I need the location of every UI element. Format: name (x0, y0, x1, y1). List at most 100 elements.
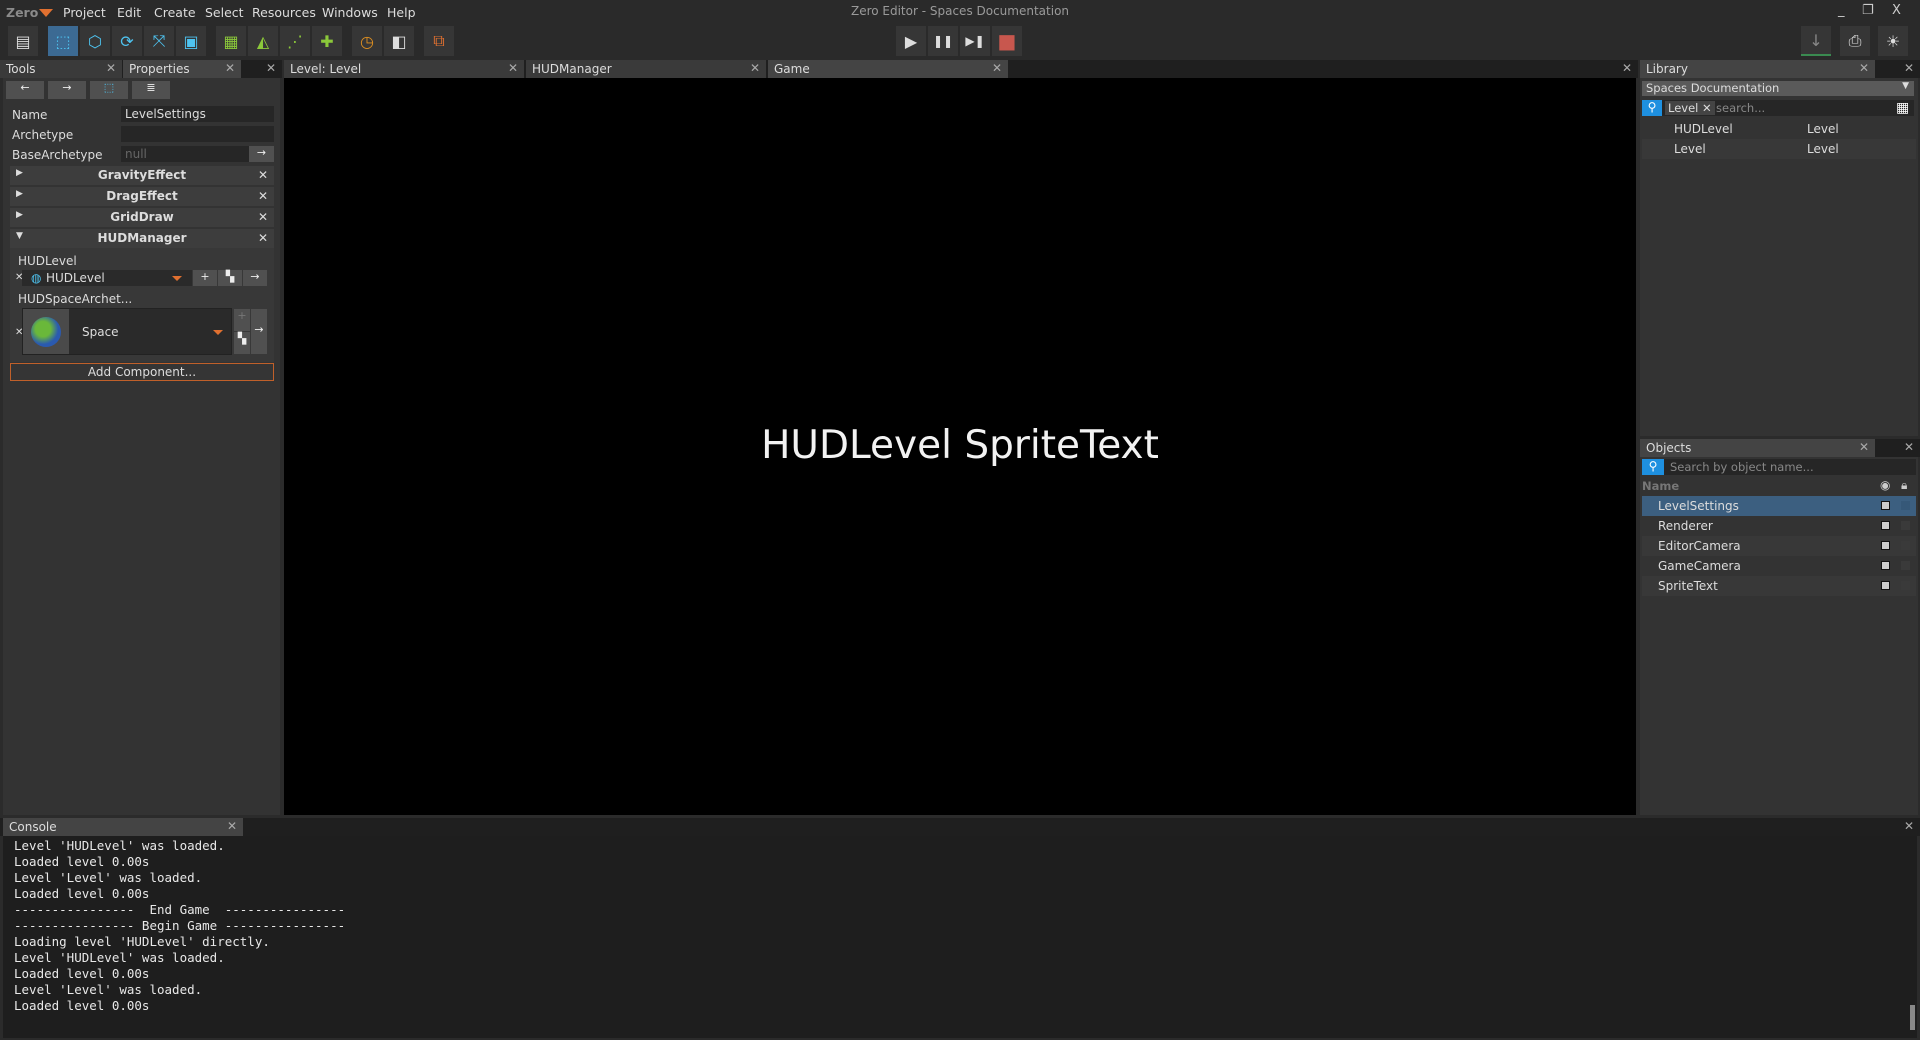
visible-checkbox[interactable] (1881, 541, 1890, 550)
scale-tool-icon[interactable]: ⤧ (144, 26, 174, 56)
translate-tool-icon[interactable]: ⬡ (80, 26, 110, 56)
clock-icon[interactable]: ◷ (352, 26, 382, 56)
archetype-field[interactable] (121, 126, 274, 142)
manipulator-tool-icon[interactable]: ▣ (176, 26, 206, 56)
close-window-button[interactable]: X (1892, 3, 1901, 18)
duplicate-resource-button[interactable]: ▚ (218, 270, 242, 286)
select-tool-icon[interactable]: ⬚ (48, 26, 78, 56)
game-viewport[interactable]: HUDLevel SpriteText (284, 78, 1636, 815)
dropdown-icon[interactable] (213, 330, 223, 335)
visible-checkbox[interactable] (1881, 561, 1890, 570)
menu-resources[interactable]: Resources (252, 5, 316, 20)
remove-icon[interactable]: ✕ (258, 189, 268, 203)
base-archetype-go-button[interactable]: → (249, 146, 274, 162)
spline-icon[interactable]: ⋰ (280, 26, 310, 56)
base-archetype-field[interactable]: null (121, 146, 249, 162)
component-grid-draw[interactable]: ▶ GridDraw ✕ (10, 208, 274, 227)
back-button[interactable]: ← (6, 81, 44, 99)
close-icon[interactable]: ✕ (1859, 61, 1869, 75)
project-select[interactable]: Spaces Documentation ▼ (1642, 81, 1914, 96)
add-resource-button[interactable]: + (193, 270, 217, 286)
tab-game[interactable]: Game ✕ (768, 60, 1008, 78)
collapse-icon[interactable]: ▼ (16, 231, 23, 241)
menu-help[interactable]: Help (387, 5, 416, 20)
app-menu[interactable]: Zero (6, 5, 38, 20)
grid-view-icon[interactable]: ▦ (1896, 100, 1909, 116)
tab-hud-manager[interactable]: HUDManager ✕ (526, 60, 766, 78)
lock-checkbox[interactable] (1901, 501, 1910, 510)
expand-icon[interactable]: ▶ (16, 210, 23, 220)
library-item[interactable]: HUDLevel Level (1642, 119, 1916, 139)
menu-project[interactable]: Project (63, 5, 106, 20)
stop-button[interactable]: ■ (992, 26, 1022, 56)
close-icon[interactable]: ✕ (1622, 61, 1632, 75)
rotate-tool-icon[interactable]: ⟳ (112, 26, 142, 56)
close-icon[interactable]: ✕ (1904, 819, 1914, 833)
maximize-button[interactable]: ❐ (1862, 3, 1874, 18)
lock-checkbox[interactable] (1901, 561, 1910, 570)
remove-icon[interactable]: ✕ (258, 231, 268, 245)
visible-checkbox[interactable] (1881, 581, 1890, 590)
store-icon[interactable]: ⎙ (1840, 26, 1870, 56)
console-output[interactable]: Level 'HUDLevel' was loaded. Loaded leve… (3, 836, 1917, 1038)
tab-library[interactable]: Library ✕ (1640, 60, 1875, 78)
component-hud-manager[interactable]: ▼ HUDManager ✕ (10, 229, 274, 248)
component-gravity-effect[interactable]: ▶ GravityEffect ✕ (10, 166, 274, 185)
visible-checkbox[interactable] (1881, 521, 1890, 530)
height-map-icon[interactable]: ◭ (248, 26, 278, 56)
object-list-button[interactable]: ≣ (132, 81, 170, 99)
clear-icon[interactable]: ✕ (15, 327, 23, 338)
name-field[interactable]: LevelSettings (121, 106, 274, 122)
eye-icon[interactable]: ◉ (1880, 478, 1890, 492)
close-icon[interactable]: ✕ (1904, 61, 1914, 75)
name-column-header[interactable]: Name (1642, 479, 1679, 493)
object-row-selected[interactable]: LevelSettings (1642, 496, 1916, 516)
filter-tag[interactable]: Level ✕ (1665, 101, 1715, 115)
console-scrollbar[interactable] (1910, 1005, 1915, 1030)
lock-checkbox[interactable] (1901, 581, 1910, 590)
object-row[interactable]: Renderer (1642, 516, 1916, 536)
object-row[interactable]: GameCamera (1642, 556, 1916, 576)
expand-icon[interactable]: ▶ (16, 168, 23, 178)
tab-level[interactable]: Level: Level ✕ (284, 60, 524, 78)
menu-select[interactable]: Select (205, 5, 244, 20)
close-icon[interactable]: ✕ (225, 61, 235, 75)
remove-tag-icon[interactable]: ✕ (1702, 101, 1712, 115)
close-icon[interactable]: ✕ (1859, 440, 1869, 454)
close-icon[interactable]: ✕ (106, 61, 116, 75)
add-component-button[interactable]: Add Component... (10, 363, 274, 381)
forward-button[interactable]: → (48, 81, 86, 99)
bug-icon[interactable]: ☀ (1878, 26, 1908, 56)
library-search-input[interactable]: search... (1716, 101, 1765, 115)
minimize-button[interactable]: _ (1838, 3, 1845, 18)
tab-tools[interactable]: Tools ✕ (0, 60, 122, 78)
close-icon[interactable]: ✕ (992, 61, 1002, 75)
duplicate-archetype-button[interactable]: ▚ (234, 332, 250, 354)
menu-create[interactable]: Create (154, 5, 196, 20)
remove-icon[interactable]: ✕ (258, 210, 268, 224)
expand-icon[interactable]: ▶ (16, 189, 23, 199)
save-level-icon[interactable]: ▤ (8, 26, 38, 56)
dropdown-icon[interactable] (172, 276, 182, 281)
hud-level-select[interactable]: HUDLevel (22, 270, 192, 286)
tab-objects[interactable]: Objects ✕ (1640, 439, 1875, 457)
close-icon[interactable]: ✕ (1904, 440, 1914, 454)
menu-windows[interactable]: Windows (322, 5, 378, 20)
add-window-icon[interactable]: ⧉ (424, 26, 454, 56)
remove-icon[interactable]: ✕ (258, 168, 268, 182)
library-item[interactable]: Level Level (1642, 139, 1916, 159)
lock-checkbox[interactable] (1901, 541, 1910, 550)
lock-checkbox[interactable] (1901, 521, 1910, 530)
close-icon[interactable]: ✕ (266, 61, 276, 75)
tab-properties[interactable]: Properties ✕ (123, 60, 241, 78)
select-object-button[interactable]: ⬚ (90, 81, 128, 99)
lock-icon[interactable]: 🔒︎ (1901, 478, 1907, 493)
object-search-input[interactable]: Search by object name... (1670, 460, 1814, 474)
object-row[interactable]: SpriteText (1642, 576, 1916, 596)
pause-button[interactable]: ❚❚ (928, 26, 958, 56)
search-icon[interactable]: ⚲ (1642, 100, 1662, 116)
download-icon[interactable]: ↓ (1801, 26, 1831, 56)
search-icon[interactable]: ⚲ (1642, 459, 1664, 475)
close-icon[interactable]: ✕ (227, 819, 237, 833)
layers-icon[interactable]: ◧ (384, 26, 414, 56)
